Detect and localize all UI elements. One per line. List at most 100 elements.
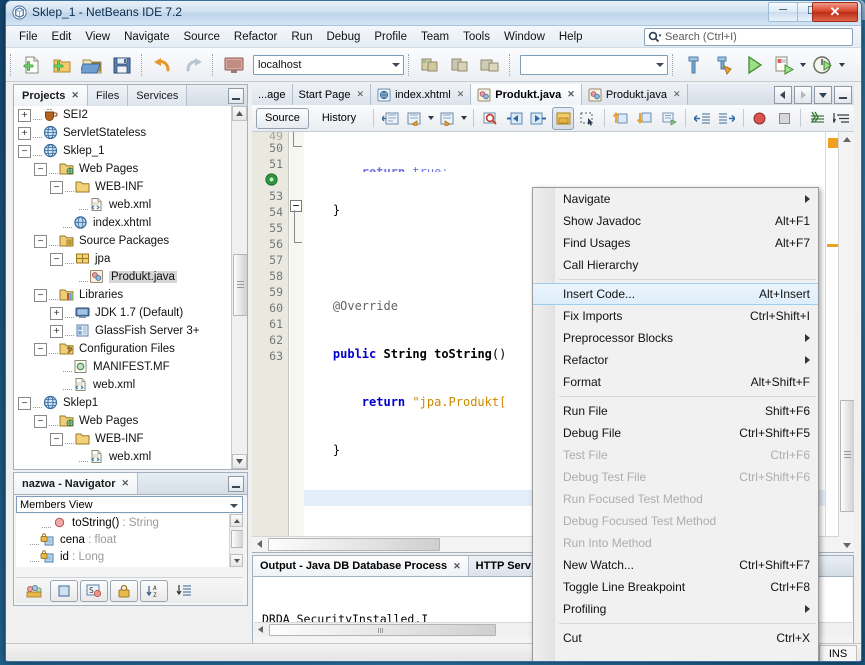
tab-files[interactable]: Files [87,85,129,106]
menu-view[interactable]: View [78,29,117,45]
menu-tools[interactable]: Tools [456,29,497,45]
context-menu-item-cut[interactable]: Cut Ctrl+X [533,627,818,649]
tree-toggle-collapse-icon[interactable]: − [34,414,47,428]
tree-row[interactable]: − Web Pages [14,160,247,178]
next-bookmark-icon[interactable] [528,107,550,130]
menu-run[interactable]: Run [284,29,319,45]
open-console-icon[interactable] [220,51,248,79]
tab-projects[interactable]: Projects ✕ [14,85,88,106]
set-project-config-icon[interactable] [446,51,474,79]
show-inherited-icon[interactable] [50,579,78,602]
tree-toggle-collapse-icon[interactable]: − [34,162,47,176]
minimize-navigator-button[interactable] [228,476,244,492]
config-combo[interactable] [520,54,668,75]
nav-scroll-down-icon[interactable] [230,554,243,567]
navigator-member-row[interactable]: cena : float [16,531,243,548]
debug-project-icon[interactable] [770,51,798,79]
context-menu-item-format[interactable]: Format Alt+Shift+F [533,371,818,393]
close-icon-3[interactable]: ✕ [357,89,365,100]
menu-navigate[interactable]: Navigate [117,29,176,45]
find-selection-icon[interactable] [479,107,501,130]
source-view-button[interactable]: Source [256,107,309,129]
sort-by-source-icon[interactable] [170,580,198,602]
tree-row[interactable]: web.xml [14,196,247,214]
history-view-button[interactable]: History [313,108,365,129]
tree-toggle-collapse-icon[interactable]: − [34,234,47,248]
close-icon-2[interactable]: ✕ [122,478,130,489]
tree-row[interactable]: + ServletStateless [14,124,247,142]
inspect-members-icon[interactable] [806,107,828,130]
navigator-member-row[interactable]: nazwa : String [16,565,243,567]
menu-edit[interactable]: Edit [45,29,79,45]
nav-scroll-thumb[interactable] [231,530,243,548]
tree-row[interactable]: − Source Packages [14,232,247,250]
tree-toggle-expand-icon[interactable]: + [50,324,63,338]
scroll-down-icon[interactable] [232,454,247,469]
menu-help[interactable]: Help [552,29,590,45]
context-menu-item-debug-file[interactable]: Debug File Ctrl+Shift+F5 [533,422,818,444]
comment-icon[interactable] [658,107,680,130]
show-static-icon[interactable]: S [80,579,108,602]
context-menu-item-navigate[interactable]: Navigate [533,188,818,210]
tab-navigator[interactable]: nazwa - Navigator ✕ [14,473,139,494]
tree-toggle-collapse-icon[interactable]: − [18,396,31,410]
last-edit-icon[interactable] [379,107,401,130]
tree-toggle-expand-icon[interactable]: + [50,306,63,320]
shift-left-icon[interactable] [691,107,713,130]
output-tab-java-db[interactable]: Output - Java DB Database Process ✕ [253,556,469,576]
context-menu-item-insert-code[interactable]: Insert Code... Alt+Insert [533,283,818,305]
tree-toggle-collapse-icon[interactable]: − [50,432,63,446]
back-dropdown-arrow-icon[interactable] [427,116,434,120]
forward-dropdown-arrow-icon[interactable] [460,116,467,120]
new-file-icon[interactable] [18,51,46,79]
navigator-member-row[interactable]: toString() : String [16,514,243,531]
build-project-icon[interactable] [680,51,708,79]
tree-row[interactable]: − Libraries [14,286,247,304]
stop-icon[interactable] [773,107,795,130]
navigator-member-row[interactable]: id : Long [16,548,243,565]
context-menu-item-new-watch[interactable]: New Watch... Ctrl+Shift+F7 [533,554,818,576]
warning-marker[interactable] [828,138,838,148]
editor-scroll-up-icon[interactable] [839,132,854,146]
close-icon-6[interactable]: ✕ [673,89,681,100]
debug-dropdown-arrow-icon[interactable] [800,62,806,67]
scroll-thumb[interactable] [233,254,247,316]
code-folding-gutter[interactable] [290,132,304,552]
navigator-view-selector[interactable]: Members View [16,496,243,513]
new-project-icon[interactable] [48,51,76,79]
nav-scroll-up-icon[interactable] [230,514,243,527]
run-project-icon[interactable] [740,51,768,79]
menu-window[interactable]: Window [497,29,552,45]
tree-row[interactable]: MANIFEST.MF [14,358,247,376]
profile-dropdown-arrow-icon[interactable] [839,62,845,67]
tree-row[interactable]: + JDK 1.7 (Default) [14,304,247,322]
editor-scroll-thumb[interactable] [840,400,854,512]
editor-tab-index-xhtml[interactable]: index.xhtml ✕ [371,84,472,105]
menu-team[interactable]: Team [414,29,456,45]
rectangular-selection-icon[interactable] [576,107,598,130]
shift-line-down-icon[interactable] [634,107,656,130]
context-menu-item-call-hierarchy[interactable]: Call Hierarchy [533,254,818,276]
forward-icon[interactable] [437,107,459,130]
inspect-hierarchy-icon[interactable] [831,107,853,130]
editor-scroll-down-icon[interactable] [839,538,854,552]
context-menu-item-find-usages[interactable]: Find Usages Alt+F7 [533,232,818,254]
filter-icon[interactable] [20,580,48,602]
close-button[interactable]: ✕ [812,2,858,22]
editor-hscroll-left-icon[interactable] [252,537,266,551]
editor-tab-start-page[interactable]: Start Page ✕ [292,84,372,105]
tree-row[interactable]: − Sklep_1 [14,142,247,160]
context-menu-item-fix-imports[interactable]: Fix Imports Ctrl+Shift+I [533,305,818,327]
editor-context-menu[interactable]: Navigate Show Javadoc Alt+F1 Find Usages Alt… [532,187,819,661]
tree-row[interactable]: + GlassFish Server 3+ [14,322,247,340]
project-tree[interactable]: + SEI2 + ServletStateless − Sklep_1 − Web Pages… [14,106,247,469]
navigator-member-list[interactable]: toString() : String cena : float id : Long… [16,514,243,567]
minimize-button[interactable]: ─ [768,2,798,22]
save-all-icon[interactable] [108,51,136,79]
context-menu-item-preprocessor-blocks[interactable]: Preprocessor Blocks [533,327,818,349]
output-hscroll-thumb[interactable] [269,624,496,636]
editor-vertical-scrollbar[interactable] [838,132,854,552]
context-menu-item-toggle-line-breakpoint[interactable]: Toggle Line Breakpoint Ctrl+F8 [533,576,818,598]
minimize-window-button[interactable] [228,88,244,104]
status-insert-mode[interactable]: INS [819,645,857,661]
